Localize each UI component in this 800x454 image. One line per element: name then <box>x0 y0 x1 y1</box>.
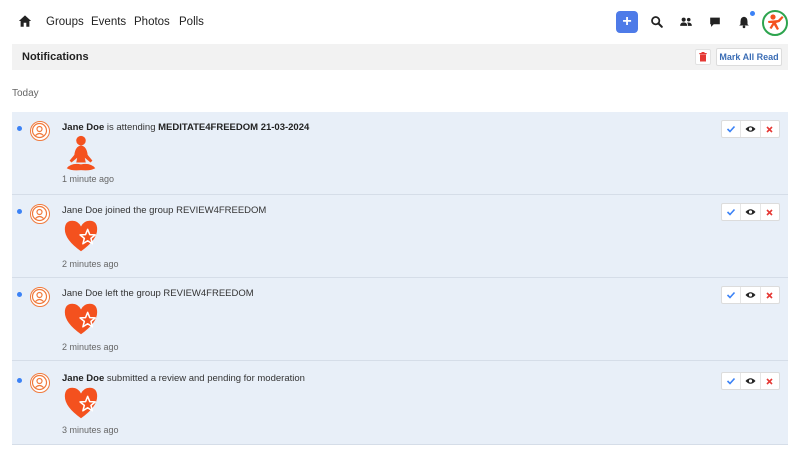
notification-row[interactable]: Jane Doe is attending MEDITATE4FREEDOM 2… <box>12 112 788 195</box>
notification-row[interactable]: Jane Doe submitted a review and pending … <box>12 361 788 445</box>
close-icon <box>766 125 773 133</box>
home-icon[interactable] <box>18 14 32 28</box>
row-actions <box>721 372 780 390</box>
notification-text: Jane Doe submitted a review and pending … <box>62 373 305 384</box>
notification-row[interactable]: Jane Doe left the group REVIEW4FREEDOM 2… <box>12 278 788 361</box>
nav-link-events[interactable]: Events <box>91 15 126 29</box>
dismiss-button[interactable] <box>761 121 779 137</box>
avatar <box>30 121 50 141</box>
notification-text: Jane Doe joined the group REVIEW4FREEDOM <box>62 205 267 216</box>
user-avatar-icon <box>31 288 48 305</box>
delete-all-button[interactable] <box>695 49 711 65</box>
view-button[interactable] <box>741 121 761 137</box>
user-avatar-icon <box>31 205 48 222</box>
unread-indicator <box>17 378 22 383</box>
unread-indicator <box>17 209 22 214</box>
heart-star-icon <box>64 387 98 419</box>
search-icon[interactable] <box>650 15 664 29</box>
dismiss-button[interactable] <box>761 287 779 303</box>
mark-all-read-button[interactable]: Mark All Read <box>716 48 782 66</box>
user-logo-icon <box>768 14 784 30</box>
row-actions <box>721 120 780 138</box>
check-icon <box>727 377 736 385</box>
timestamp: 2 minutes ago <box>62 259 119 269</box>
messages-icon[interactable] <box>708 15 722 29</box>
notification-text: Jane Doe left the group REVIEW4FREEDOM <box>62 288 254 299</box>
eye-icon <box>745 126 756 132</box>
mark-read-button[interactable] <box>722 121 742 137</box>
unread-indicator <box>17 126 22 131</box>
heart-star-icon <box>64 303 98 335</box>
avatar <box>30 204 50 224</box>
view-button[interactable] <box>741 373 761 389</box>
dismiss-button[interactable] <box>761 204 779 220</box>
close-icon <box>766 291 773 299</box>
friends-icon[interactable] <box>679 15 693 29</box>
eye-icon <box>745 209 756 215</box>
section-label-today: Today <box>12 88 39 99</box>
page-title: Notifications <box>22 51 89 63</box>
create-button[interactable]: + <box>616 11 638 33</box>
timestamp: 2 minutes ago <box>62 342 119 352</box>
eye-icon <box>745 378 756 384</box>
unread-indicator <box>17 292 22 297</box>
notification-text: Jane Doe is attending MEDITATE4FREEDOM 2… <box>62 122 310 133</box>
mark-read-button[interactable] <box>722 373 742 389</box>
mark-read-button[interactable] <box>722 287 742 303</box>
close-icon <box>766 208 773 216</box>
nav-link-polls[interactable]: Polls <box>179 15 204 29</box>
user-avatar-icon <box>31 122 48 139</box>
notifications-header: Notifications Mark All Read <box>12 44 788 70</box>
dismiss-button[interactable] <box>761 373 779 389</box>
avatar <box>30 287 50 307</box>
timestamp: 3 minutes ago <box>62 425 119 435</box>
heart-star-icon <box>64 220 98 252</box>
row-actions <box>721 203 780 221</box>
row-actions <box>721 286 780 304</box>
timestamp: 1 minute ago <box>62 174 115 184</box>
avatar <box>30 373 50 393</box>
top-navbar: Groups Events Photos Polls + <box>0 0 800 44</box>
trash-icon <box>699 52 707 62</box>
view-button[interactable] <box>741 204 761 220</box>
check-icon <box>727 125 736 133</box>
close-icon <box>766 377 773 385</box>
eye-icon <box>745 292 756 298</box>
check-icon <box>727 291 736 299</box>
view-button[interactable] <box>741 287 761 303</box>
notification-row[interactable]: Jane Doe joined the group REVIEW4FREEDOM… <box>12 195 788 278</box>
bell-icon[interactable] <box>737 15 751 29</box>
mark-read-button[interactable] <box>722 204 742 220</box>
nav-link-photos[interactable]: Photos <box>134 15 170 29</box>
nav-link-groups[interactable]: Groups <box>46 15 84 29</box>
notification-badge <box>750 11 755 16</box>
user-avatar-icon <box>31 374 48 391</box>
user-avatar[interactable] <box>762 10 788 36</box>
meditation-icon <box>66 135 96 171</box>
check-icon <box>727 208 736 216</box>
